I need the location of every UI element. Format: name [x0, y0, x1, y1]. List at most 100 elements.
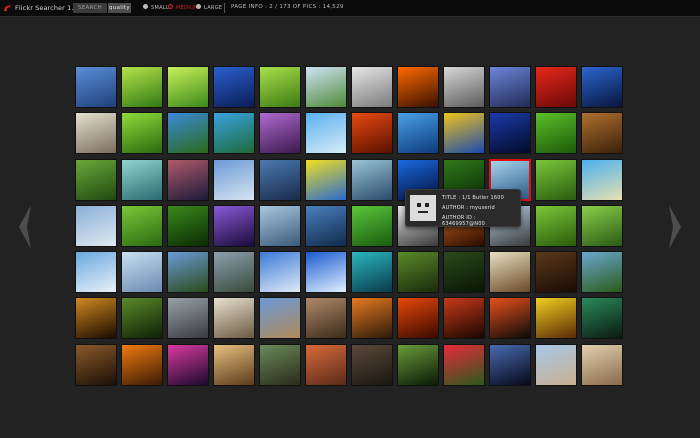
photo-thumbnail[interactable] [535, 251, 577, 294]
photo-thumbnail[interactable] [489, 66, 531, 108]
app-logo-icon [4, 5, 12, 11]
page-info: PAGE INFO : 2 / 173 OF PICS : 14,529 [231, 4, 344, 10]
photo-thumbnail[interactable] [351, 158, 393, 201]
photo-thumbnail[interactable] [351, 112, 393, 155]
tooltip-author-id: AUTHOR ID : 63469957@N00 [442, 215, 485, 227]
avatar-mouth [418, 211, 428, 213]
photo-thumbnail[interactable] [397, 66, 439, 108]
photo-thumbnail[interactable] [489, 343, 531, 386]
photo-thumbnail[interactable] [213, 66, 255, 108]
photo-thumbnail[interactable] [351, 251, 393, 294]
photo-thumbnail[interactable] [305, 251, 347, 294]
photo-thumbnail[interactable] [75, 251, 117, 294]
photo-thumbnail[interactable] [443, 297, 485, 340]
photo-thumbnail[interactable] [489, 251, 531, 294]
photo-thumbnail[interactable] [581, 204, 623, 247]
photo-thumbnail[interactable] [305, 112, 347, 155]
photo-thumbnail[interactable] [397, 343, 439, 386]
app-title: Flickr Searcher 1.0 [15, 4, 78, 12]
photo-thumbnail[interactable] [167, 343, 209, 386]
photo-thumbnail[interactable] [305, 158, 347, 201]
photo-thumbnail[interactable] [581, 158, 623, 201]
photo-thumbnail[interactable] [581, 251, 623, 294]
photo-thumbnail[interactable] [121, 297, 163, 340]
toolbar-divider [224, 3, 225, 13]
photo-thumbnail[interactable] [167, 297, 209, 340]
photo-thumbnail[interactable] [397, 112, 439, 155]
photo-thumbnail[interactable] [535, 204, 577, 247]
photo-thumbnail[interactable] [581, 112, 623, 155]
radio-small[interactable] [143, 4, 148, 9]
size-option-medium[interactable]: MEDIUM [168, 4, 199, 12]
photo-thumbnail[interactable] [443, 112, 485, 155]
photo-thumbnail[interactable] [535, 297, 577, 340]
photo-thumbnail[interactable] [351, 66, 393, 108]
photo-thumbnail[interactable] [167, 251, 209, 294]
photo-thumbnail[interactable] [121, 112, 163, 155]
photo-thumbnail[interactable] [167, 66, 209, 108]
photo-thumbnail[interactable] [121, 158, 163, 201]
photo-thumbnail[interactable] [121, 204, 163, 247]
size-small-label: SMALL [151, 5, 169, 11]
tooltip-author: AUTHOR : myuserid [442, 205, 495, 211]
top-toolbar: Flickr Searcher 1.0 SEARCH quality SMALL… [0, 0, 700, 17]
size-option-small[interactable]: SMALL [143, 4, 169, 12]
photo-thumbnail[interactable] [489, 297, 531, 340]
photo-thumbnail[interactable] [397, 251, 439, 294]
photo-thumbnail[interactable] [443, 66, 485, 108]
photo-thumbnail[interactable] [305, 343, 347, 386]
photo-thumbnail[interactable] [75, 204, 117, 247]
photo-thumbnail[interactable] [121, 66, 163, 108]
photo-thumbnail[interactable] [305, 297, 347, 340]
photo-thumbnail[interactable] [75, 158, 117, 201]
photo-thumbnail[interactable] [167, 204, 209, 247]
photo-thumbnail[interactable] [259, 158, 301, 201]
photo-thumbnail[interactable] [351, 297, 393, 340]
photo-thumbnail[interactable] [443, 251, 485, 294]
photo-thumbnail[interactable] [581, 297, 623, 340]
photo-thumbnail[interactable] [581, 66, 623, 108]
size-option-large[interactable]: LARGE [196, 4, 222, 12]
photo-thumbnail[interactable] [121, 251, 163, 294]
photo-thumbnail[interactable] [443, 343, 485, 386]
photo-thumbnail[interactable] [305, 204, 347, 247]
photo-thumbnail[interactable] [581, 343, 623, 386]
photo-thumbnail[interactable] [535, 112, 577, 155]
photo-thumbnail[interactable] [167, 112, 209, 155]
tooltip-title: TITLE : 1/1 Butler 1600 [442, 195, 505, 201]
photo-thumbnail[interactable] [167, 158, 209, 201]
radio-medium[interactable] [168, 4, 173, 9]
avatar-eye-right [425, 203, 429, 207]
photo-thumbnail[interactable] [535, 158, 577, 201]
photo-thumbnail[interactable] [259, 204, 301, 247]
photo-thumbnail[interactable] [213, 204, 255, 247]
search-query-field[interactable]: quality [108, 3, 131, 13]
photo-thumbnail[interactable] [259, 112, 301, 155]
photo-thumbnail[interactable] [213, 112, 255, 155]
photo-thumbnail[interactable] [121, 343, 163, 386]
search-button[interactable]: SEARCH [73, 3, 107, 13]
photo-thumbnail[interactable] [535, 66, 577, 108]
radio-large[interactable] [196, 4, 201, 9]
photo-thumbnail[interactable] [259, 297, 301, 340]
photo-thumbnail[interactable] [351, 204, 393, 247]
photo-thumbnail[interactable] [213, 158, 255, 201]
photo-thumbnail[interactable] [75, 112, 117, 155]
photo-thumbnail[interactable] [213, 251, 255, 294]
photo-thumbnail[interactable] [259, 66, 301, 108]
chevron-right-icon[interactable] [668, 205, 682, 249]
photo-thumbnail[interactable] [535, 343, 577, 386]
photo-thumbnail[interactable] [489, 112, 531, 155]
photo-thumbnail[interactable] [75, 297, 117, 340]
photo-info-tooltip: TITLE : 1/1 Butler 1600 AUTHOR : myuseri… [405, 189, 521, 227]
photo-thumbnail[interactable] [259, 251, 301, 294]
photo-thumbnail[interactable] [75, 343, 117, 386]
photo-thumbnail[interactable] [75, 66, 117, 108]
photo-thumbnail[interactable] [259, 343, 301, 386]
photo-thumbnail[interactable] [213, 343, 255, 386]
photo-thumbnail[interactable] [351, 343, 393, 386]
chevron-left-icon[interactable] [18, 205, 32, 249]
photo-thumbnail[interactable] [213, 297, 255, 340]
photo-thumbnail[interactable] [305, 66, 347, 108]
photo-thumbnail[interactable] [397, 297, 439, 340]
